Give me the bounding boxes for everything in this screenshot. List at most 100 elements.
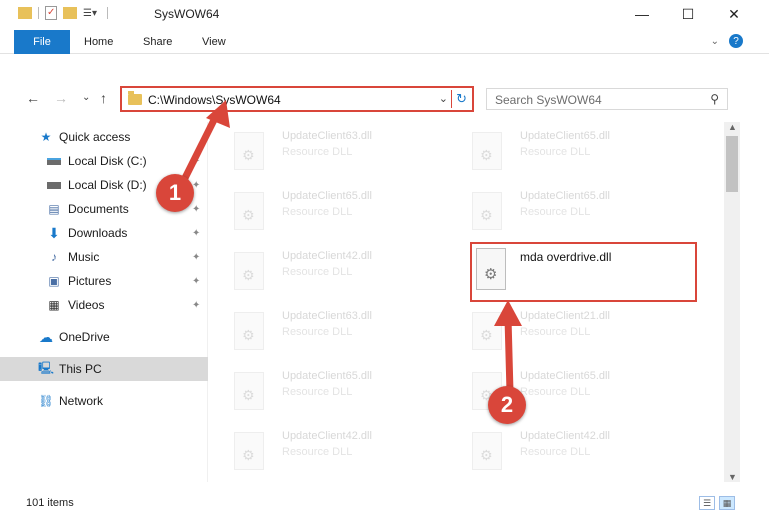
file-name: UpdateClient63.dll — [282, 130, 372, 142]
file-name: UpdateClient65.dll — [282, 370, 372, 382]
sidebar-item-label: This PC — [59, 362, 102, 376]
pin-icon[interactable]: ✦ — [192, 300, 200, 311]
file-type: Resource DLL — [282, 206, 353, 218]
sidebar-item-downloads[interactable]: ⬇ Downloads ✦ — [0, 221, 208, 245]
sidebar-item-label: Documents — [68, 202, 129, 216]
up-button[interactable]: ↑ — [100, 90, 107, 106]
minimize-button[interactable]: — — [619, 0, 665, 28]
sidebar-item-pictures[interactable]: ▣ Pictures ✦ — [0, 269, 208, 293]
file-name: UpdateClient42.dll — [520, 430, 610, 442]
customize-toolbar-icon[interactable]: ☰▾ — [83, 8, 97, 19]
pin-icon[interactable]: ✦ — [192, 156, 200, 167]
sidebar-item-onedrive[interactable]: ☁ OneDrive — [0, 325, 208, 349]
videos-icon: ▦ — [48, 298, 60, 312]
file-item[interactable]: UpdateClient21.dll Resource DLL — [448, 304, 678, 360]
dll-file-icon — [234, 432, 264, 470]
sidebar-item-this-pc[interactable]: 🖳 This PC — [0, 357, 208, 381]
file-type: Resource DLL — [520, 386, 591, 398]
file-type: Resource DLL — [520, 326, 591, 338]
folder-icon[interactable] — [18, 7, 32, 19]
drive-icon — [46, 153, 62, 169]
details-view-icon[interactable]: ☰ — [699, 496, 715, 510]
file-name: UpdateClient21.dll — [520, 310, 610, 322]
pin-icon[interactable]: ✦ — [192, 276, 200, 287]
address-path[interactable]: C:\Windows\SysWOW64 — [148, 93, 281, 107]
separator — [451, 90, 452, 108]
tab-file[interactable]: File — [14, 30, 70, 54]
pin-icon[interactable]: ✦ — [192, 252, 200, 263]
sidebar-item-label: Local Disk (D:) — [68, 178, 147, 192]
pictures-icon: ▣ — [48, 274, 60, 288]
refresh-icon[interactable]: ↻ — [456, 91, 467, 107]
scroll-thumb[interactable] — [726, 136, 738, 192]
file-item[interactable]: UpdateClient65.dll Resource DLL — [448, 184, 678, 240]
file-type: Resource DLL — [520, 146, 591, 158]
new-folder-icon[interactable] — [63, 7, 77, 19]
item-count: 101 items — [26, 497, 74, 509]
chevron-down-icon[interactable]: ⌄ — [439, 92, 448, 105]
file-item[interactable]: UpdateClient63.dll Resource DLL — [210, 304, 440, 360]
file-name: UpdateClient42.dll — [282, 250, 372, 262]
dll-file-icon — [472, 192, 502, 230]
file-item[interactable]: UpdateClient65.dll Resource DLL — [448, 364, 678, 420]
chevron-down-icon[interactable]: ⌄ — [711, 36, 719, 47]
search-icon[interactable]: ⚲ — [710, 92, 719, 106]
file-type: Resource DLL — [520, 206, 591, 218]
pin-icon[interactable]: ✦ — [192, 204, 200, 215]
dll-file-icon — [234, 192, 264, 230]
tab-home[interactable]: Home — [84, 36, 113, 48]
search-input[interactable]: Search SysWOW64 — [495, 93, 602, 107]
sidebar-item-label: Local Disk (C:) — [68, 154, 147, 168]
file-item[interactable]: UpdateClient42.dll Resource DLL — [448, 424, 678, 480]
file-type: Resource DLL — [520, 446, 591, 458]
close-button[interactable]: ✕ — [711, 0, 757, 28]
sidebar-item-local-disk-c[interactable]: Local Disk (C:) ✦ — [0, 149, 208, 173]
sidebar-item-label: Videos — [68, 298, 105, 312]
file-type: Resource DLL — [282, 146, 353, 158]
search-box[interactable]: Search SysWOW64 ⚲ — [486, 88, 728, 110]
file-list: UpdateClient63.dll Resource DLL UpdateCl… — [210, 122, 724, 482]
file-name: UpdateClient42.dll — [282, 430, 372, 442]
file-item[interactable]: UpdateClient65.dll Resource DLL — [210, 184, 440, 240]
sidebar-item-label: OneDrive — [59, 330, 110, 344]
scroll-up-icon[interactable]: ▲ — [728, 122, 737, 132]
title-bar: ✓ ☰▾ SysWOW64 — ☐ ✕ — [0, 0, 769, 28]
star-icon: ★ — [40, 130, 52, 144]
computer-icon: 🖳 — [38, 360, 55, 375]
vertical-scrollbar[interactable]: ▲ ▼ — [724, 122, 740, 482]
properties-icon[interactable]: ✓ — [45, 6, 57, 20]
music-icon: ♪ — [51, 250, 57, 264]
network-icon: ⛓ — [38, 394, 54, 408]
back-button[interactable]: ← — [26, 90, 40, 106]
sidebar-item-quick-access[interactable]: ★ Quick access — [0, 125, 208, 149]
file-item[interactable]: UpdateClient65.dll Resource DLL — [210, 364, 440, 420]
recent-locations-button[interactable]: ⌄ — [82, 92, 90, 103]
sidebar-item-videos[interactable]: ▦ Videos ✦ — [0, 293, 208, 317]
file-item[interactable]: UpdateClient42.dll Resource DLL — [210, 424, 440, 480]
address-bar[interactable]: C:\Windows\SysWOW64 ⌄ ↻ — [120, 86, 474, 112]
scroll-down-icon[interactable]: ▼ — [728, 472, 737, 482]
dll-file-icon — [472, 312, 502, 350]
drive-icon — [46, 177, 62, 193]
file-item[interactable]: UpdateClient63.dll Resource DLL — [210, 124, 440, 180]
explorer-window: ✓ ☰▾ SysWOW64 — ☐ ✕ File Home Share View… — [0, 0, 769, 531]
tab-share[interactable]: Share — [143, 36, 172, 48]
pin-icon[interactable]: ✦ — [192, 228, 200, 239]
sidebar-item-network[interactable]: ⛓ Network — [0, 389, 208, 413]
help-icon[interactable]: ? — [729, 34, 743, 48]
sidebar-item-label: Downloads — [68, 226, 128, 240]
highlighted-file-item[interactable]: mda overdrive.dll — [470, 242, 697, 302]
file-name: mda overdrive.dll — [520, 250, 612, 264]
file-type: Resource DLL — [282, 386, 353, 398]
file-item[interactable]: UpdateClient65.dll Resource DLL — [448, 124, 678, 180]
file-item[interactable]: UpdateClient42.dll Resource DLL — [210, 244, 440, 300]
sidebar-item-music[interactable]: ♪ Music ✦ — [0, 245, 208, 269]
documents-icon: ▤ — [48, 202, 60, 216]
dll-file-icon — [472, 432, 502, 470]
dll-file-icon — [476, 248, 506, 290]
tab-view[interactable]: View — [202, 36, 226, 48]
maximize-button[interactable]: ☐ — [665, 0, 711, 28]
file-type: Resource DLL — [282, 446, 353, 458]
forward-button[interactable]: → — [54, 90, 68, 106]
large-icons-view-icon[interactable]: ▦ — [719, 496, 735, 510]
